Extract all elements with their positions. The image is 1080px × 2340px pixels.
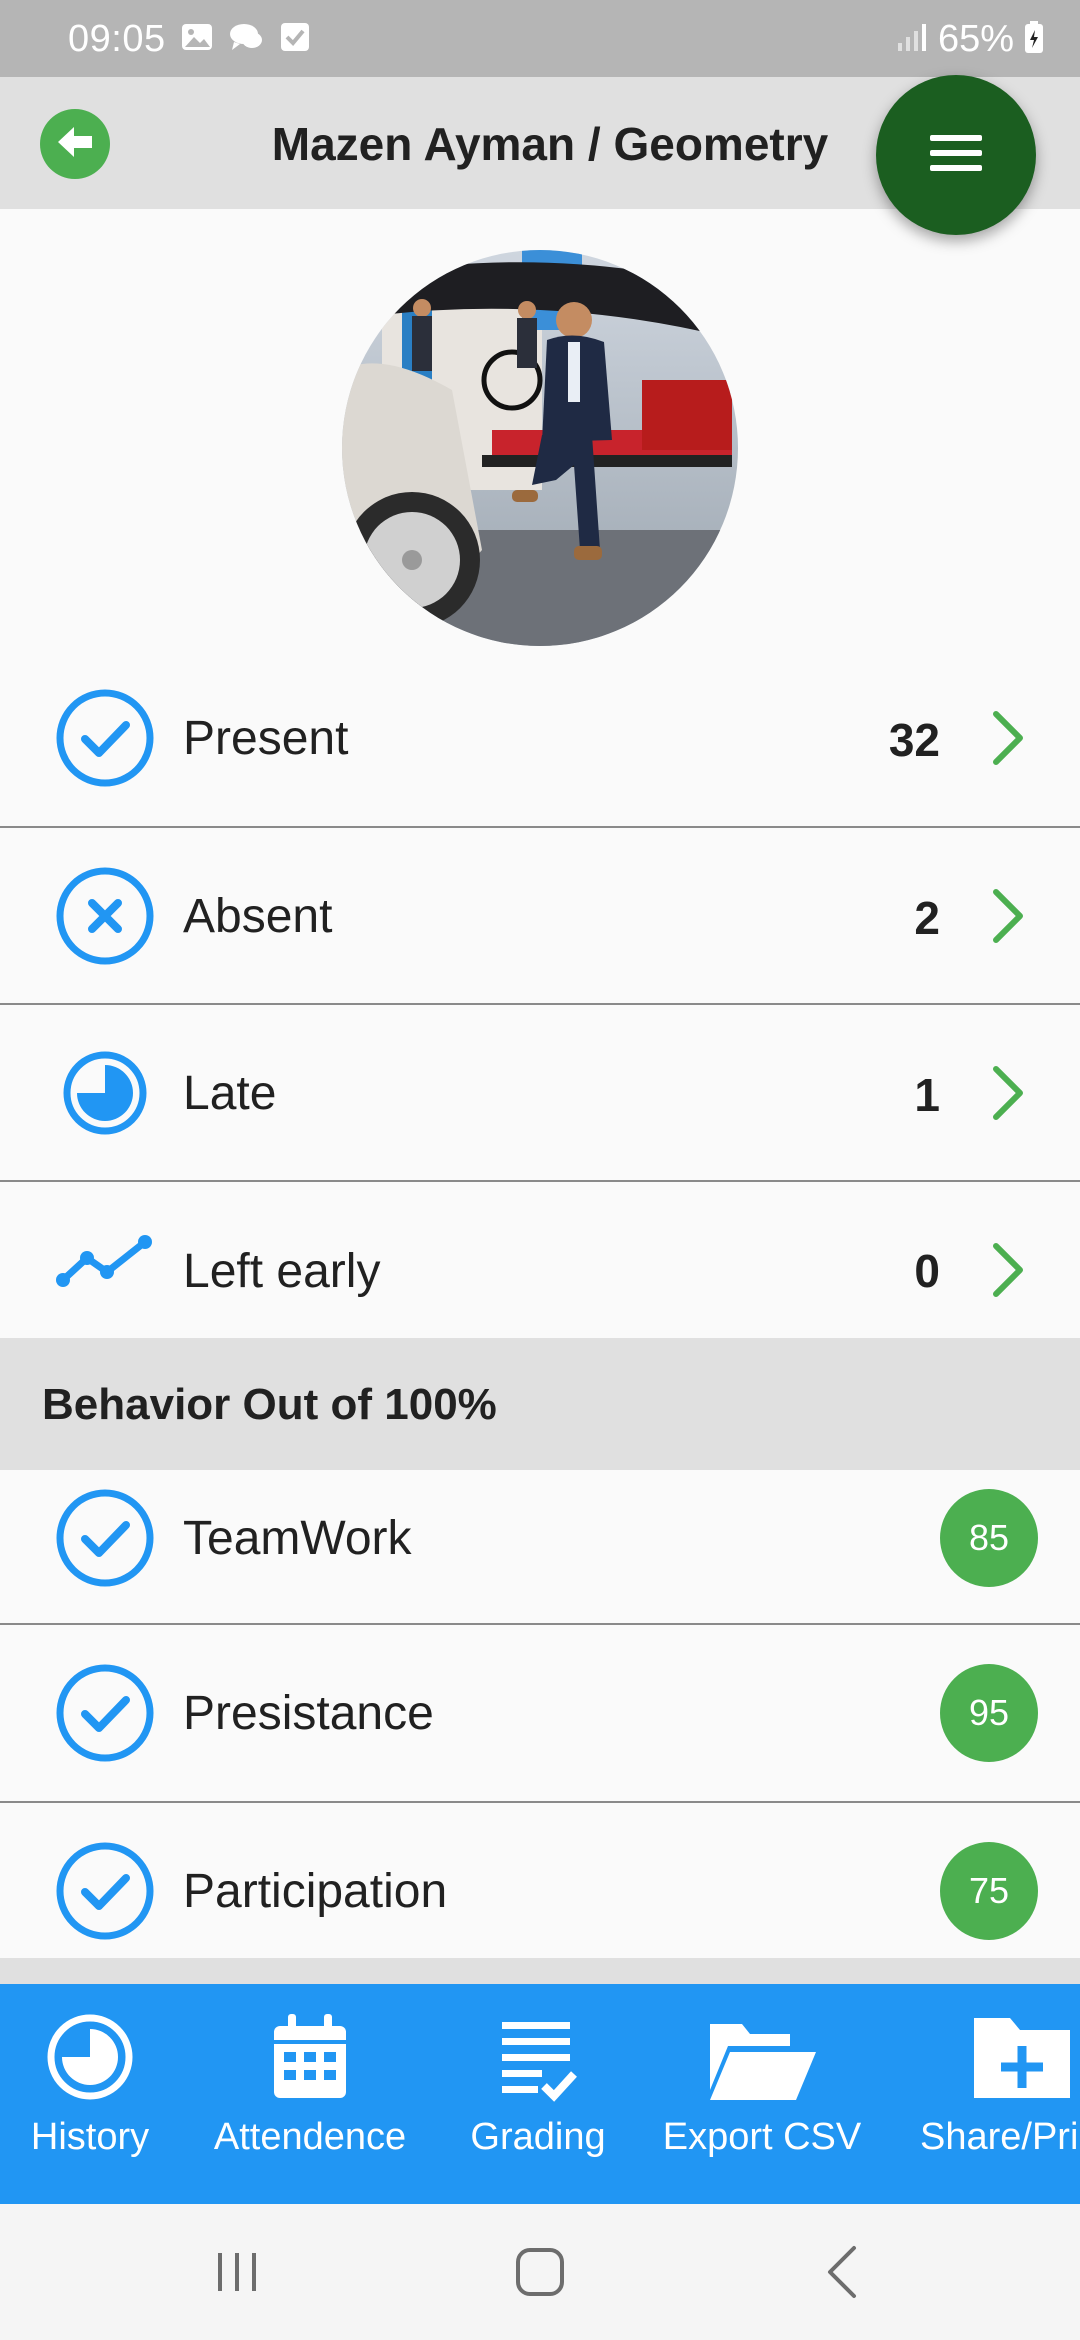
attendance-count: 32 [888,714,940,766]
back-button[interactable] [40,109,110,179]
check-circle-icon [55,1663,155,1763]
menu-button[interactable] [876,75,1036,235]
behavior-row-teamwork[interactable]: TeamWork 85 [0,1470,1080,1625]
nav-history-button[interactable]: History [10,2002,170,2192]
chevron-right-icon [988,708,1028,768]
bottom-toolbar: History Attendence Grading Export CSV Sh… [0,1984,1080,2204]
chevron-left-icon [822,2244,862,2305]
behavior-section-header: Behavior Out of 100% [0,1338,1080,1470]
home-icon [514,2246,566,2303]
check-circle-icon [55,1841,155,1941]
checklist-icon [450,2002,626,2102]
chevron-right-icon [988,886,1028,946]
chat-icon [228,20,264,59]
behavior-label: Participation [183,1865,448,1918]
nav-label: Grading [470,2116,606,2158]
check-circle-icon [55,1488,155,1588]
behavior-label: TeamWork [183,1512,412,1565]
checkbox-icon [278,20,312,59]
history-pie-icon [10,2002,170,2102]
attendance-count: 1 [914,1069,940,1121]
x-circle-icon [55,866,155,966]
score-badge: 95 [940,1664,1038,1762]
status-time: 09:05 [68,18,166,60]
attendance-row-present[interactable]: Present 32 [0,650,1080,828]
student-avatar [342,250,738,646]
home-button[interactable] [510,2244,570,2304]
trend-line-icon [55,1210,155,1310]
status-bar: 09:05 65% [0,0,1080,77]
nav-label: Export CSV [662,2116,862,2158]
battery-percent: 65% [937,18,1014,60]
nav-attendence-button[interactable]: Attendence [200,2002,420,2192]
battery-icon [1024,20,1044,59]
folder-plus-icon [920,2002,1080,2102]
system-status: 65% [896,18,1044,61]
score-badge: 75 [940,1842,1038,1940]
system-back-button[interactable] [812,2244,872,2304]
nav-label: History [30,2116,150,2158]
attendance-label: Present [183,712,349,765]
chevron-right-icon [988,1240,1028,1300]
hamburger-menu-icon [928,133,984,178]
recent-apps-icon [212,2247,262,2302]
behavior-section-title: Behavior Out of 100% [42,1380,497,1429]
attendance-label: Late [183,1067,277,1120]
attendance-row-absent[interactable]: Absent 2 [0,828,1080,1005]
check-circle-icon [55,688,155,788]
signal-icon [896,21,928,58]
list-end-divider [0,1958,1080,1984]
attendance-label: Absent [183,890,333,943]
score-badge: 85 [940,1489,1038,1587]
notification-icons [180,20,312,59]
nav-label: Share/Pri [920,2116,1079,2158]
page-title: Mazen Ayman / Geometry [271,118,829,170]
nav-export-csv-button[interactable]: Export CSV [656,2002,868,2192]
calendar-icon [200,2002,420,2102]
nav-grading-button[interactable]: Grading [450,2002,626,2192]
folder-open-icon [656,2002,868,2102]
clock-pie-icon [55,1043,155,1143]
attendance-count: 0 [914,1245,940,1297]
behavior-row-participation[interactable]: Participation 75 [0,1803,1080,1958]
nav-label: Attendence [213,2116,407,2158]
arrow-left-circle-icon [52,119,98,170]
behavior-label: Presistance [183,1687,434,1740]
attendance-count: 2 [914,892,940,944]
chevron-right-icon [988,1063,1028,1123]
recent-apps-button[interactable] [207,2244,267,2304]
behavior-row-presistance[interactable]: Presistance 95 [0,1625,1080,1803]
attendance-row-left-early[interactable]: Left early 0 [0,1182,1080,1338]
attendance-label: Left early [183,1245,381,1298]
image-icon [180,20,214,59]
attendance-row-late[interactable]: Late 1 [0,1005,1080,1182]
nav-share-print-button[interactable]: Share/Pri [920,2002,1080,2192]
system-navigation-bar [0,2204,1080,2340]
